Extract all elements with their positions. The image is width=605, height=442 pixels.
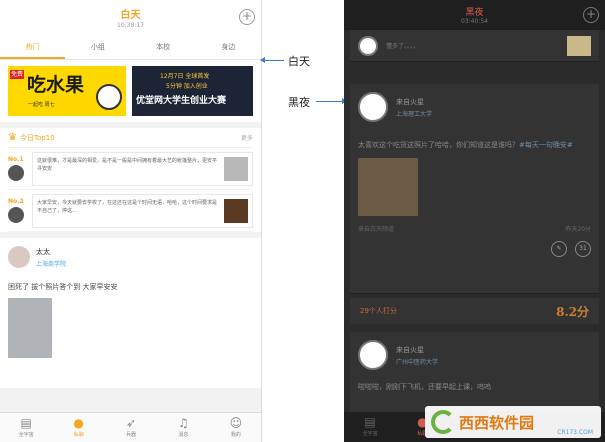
post-text: 困死了 拔个照片答个到 大家早安安 bbox=[8, 283, 118, 291]
post-text: 啦啦啦，刚刚下飞机，还要早起上课，呜呜 bbox=[358, 383, 491, 391]
nav-universe[interactable]: ▤ 全宇宙 bbox=[344, 412, 396, 442]
avatar[interactable] bbox=[358, 92, 388, 122]
rocket-icon: ➶ bbox=[125, 416, 137, 430]
day-time: 10:38:17 bbox=[117, 22, 144, 29]
avatar bbox=[8, 165, 24, 181]
chat-icon: ● bbox=[73, 416, 84, 430]
feed-post[interactable]: 太太 上海商学院 困死了 拔个照片答个到 大家早安安 bbox=[0, 238, 261, 388]
bell-icon: ♫ bbox=[178, 416, 189, 430]
nav-messages[interactable]: ♫ 消息 bbox=[157, 413, 209, 442]
watermark: 西西软件园 CR173.COM bbox=[425, 406, 601, 438]
banner-row: 免费 吃水果 一起吃 周七 12月7日 全球首发 5分钟 加入创业 优堂网大学生… bbox=[0, 60, 261, 122]
rating-bar: 29个人打分 8.2分 bbox=[350, 298, 599, 324]
top10-item[interactable]: No.2 大家早安，今天就要去学校了，在这还在这是个时间无语，哈哈，这个时间要求… bbox=[8, 190, 253, 232]
tab-group[interactable]: 小组 bbox=[65, 36, 130, 59]
tab-nearby[interactable]: 身边 bbox=[196, 36, 261, 59]
user-icon: ☺ bbox=[229, 416, 243, 430]
watermark-brand: 西西软件园 bbox=[459, 413, 535, 432]
night-title: 黑夜 bbox=[465, 8, 484, 18]
post-school: 广州中医药大学 bbox=[396, 358, 439, 366]
top10-bubble: 这就很难，才是最深的相爱。是不是一般是中间拥有着最大艺的帐篷整片，更安平寻安安 bbox=[32, 151, 253, 186]
post-image[interactable] bbox=[358, 158, 418, 216]
night-label: 黑夜 bbox=[288, 96, 310, 109]
add-icon[interactable]: + bbox=[583, 7, 599, 23]
post-school: 上海商学院 bbox=[36, 260, 67, 268]
nav-universe[interactable]: ▤ 全宇宙 bbox=[0, 413, 52, 442]
crown-icon: ♛ bbox=[8, 132, 17, 143]
message-icon: ▤ bbox=[364, 415, 376, 429]
night-header: 黑夜 03:40:54 + bbox=[344, 0, 605, 30]
top10-title: 今日Top10 bbox=[19, 133, 55, 142]
avatar[interactable] bbox=[8, 246, 30, 268]
post-thumbnail bbox=[224, 156, 248, 181]
comment-count[interactable]: 31 bbox=[575, 241, 591, 257]
day-callout-line bbox=[262, 60, 284, 61]
contest-line1: 12月7日 全球首发 bbox=[160, 73, 210, 80]
watermark-url: CR173.COM bbox=[557, 429, 593, 436]
post-author: 来自火星 bbox=[396, 345, 424, 354]
banner-headline: 吃水果 bbox=[27, 74, 85, 96]
night-time: 03:40:54 bbox=[461, 18, 488, 25]
post-source[interactable]: 来自白天频道 bbox=[358, 224, 394, 233]
post-text: 懂多了。。。。 bbox=[386, 43, 420, 50]
day-bottom-nav: ▤ 全宇宙 ● 私聊 ➶ 兵器 ♫ 消息 ☺ 我的 bbox=[0, 412, 261, 442]
night-callout-line bbox=[316, 101, 344, 102]
post-author: 来自火星 bbox=[396, 97, 424, 106]
avatar bbox=[8, 207, 24, 223]
post-thumbnail bbox=[224, 198, 248, 223]
night-post-partial[interactable]: 懂多了。。。。 bbox=[350, 30, 599, 62]
day-header: 白天 10:38:17 + bbox=[0, 0, 261, 36]
message-icon: ▤ bbox=[20, 416, 32, 430]
contest-line2: 5分钟 加入创业 bbox=[166, 83, 208, 90]
day-title: 白天 bbox=[120, 10, 141, 21]
add-icon[interactable]: + bbox=[239, 9, 255, 25]
free-tag: 免费 bbox=[10, 70, 24, 79]
avatar bbox=[358, 35, 378, 56]
post-author: 太太 bbox=[36, 247, 50, 256]
day-mode-screenshot: 白天 10:38:17 + 热门 小组 本校 身边 免费 吃水果 一起吃 周七 … bbox=[0, 0, 262, 442]
top10-section: ♛ 今日Top10 更多 No.1 这就很难，才是最深的相爱。是不是一般是中间拥… bbox=[0, 128, 261, 232]
day-callout-arrow bbox=[260, 57, 265, 63]
tab-school[interactable]: 本校 bbox=[131, 36, 196, 59]
rate-icon[interactable]: ✎ bbox=[551, 241, 567, 257]
post-thumbnail bbox=[567, 35, 591, 56]
night-post[interactable]: 来自火星 上海理工大学 太喜欢这个吃货这照片了哈哈，你们知道这是谁吗？#每天一句… bbox=[350, 84, 599, 294]
brand-logo-icon bbox=[431, 410, 455, 434]
day-tab-bar: 热门 小组 本校 身边 bbox=[0, 36, 261, 60]
post-school: 上海理工大学 bbox=[396, 110, 433, 118]
rank-number: No.1 bbox=[8, 156, 24, 163]
topic-link[interactable]: #每天一句晚安# bbox=[519, 141, 573, 149]
post-time: 昨天20分 bbox=[565, 226, 591, 233]
mascot-icon bbox=[96, 84, 122, 110]
fruit-banner[interactable]: 免费 吃水果 一起吃 周七 bbox=[8, 66, 126, 116]
more-link[interactable]: 更多 bbox=[241, 133, 253, 142]
nav-private-chat[interactable]: ● 私聊 bbox=[52, 413, 104, 442]
day-label: 白天 bbox=[288, 55, 310, 68]
post-image[interactable] bbox=[8, 298, 52, 358]
nav-me[interactable]: ☺ 我的 bbox=[210, 413, 261, 442]
night-mode-screenshot: 黑夜 03:40:54 + 懂多了。。。。 来自火星 上海理工大学 太喜欢这个吃… bbox=[344, 0, 605, 442]
contest-title: 优堂网大学生创业大赛 bbox=[136, 96, 227, 106]
top10-header[interactable]: ♛ 今日Top10 更多 bbox=[8, 128, 253, 148]
contest-banner[interactable]: 12月7日 全球首发 5分钟 加入创业 优堂网大学生创业大赛 bbox=[132, 66, 253, 116]
post-text: 太喜欢这个吃货这照片了哈哈，你们知道这是谁吗？ bbox=[358, 141, 519, 149]
tab-hot[interactable]: 热门 bbox=[0, 36, 66, 59]
rating-count[interactable]: 29个人打分 bbox=[360, 306, 397, 316]
banner-sub: 一起吃 周七 bbox=[28, 102, 55, 108]
top10-item[interactable]: No.1 这就很难，才是最深的相爱。是不是一般是中间拥有着最大艺的帐篷整片，更安… bbox=[8, 148, 253, 190]
avatar[interactable] bbox=[358, 340, 388, 370]
top10-text: 大家早安，今天就要去学校了，在这还在这是个时间无语，哈哈，这个时间要求是不自己了… bbox=[37, 199, 218, 214]
top10-bubble: 大家早安，今天就要去学校了，在这还在这是个时间无语，哈哈，这个时间要求是不自己了… bbox=[32, 193, 253, 228]
rating-score: 8.2分 bbox=[556, 304, 589, 319]
top10-text: 这就很难，才是最深的相爱。是不是一般是中间拥有着最大艺的帐篷整片，更安平寻安安 bbox=[37, 157, 218, 172]
rank-number: No.2 bbox=[8, 198, 24, 205]
nav-weapon[interactable]: ➶ 兵器 bbox=[105, 413, 157, 442]
